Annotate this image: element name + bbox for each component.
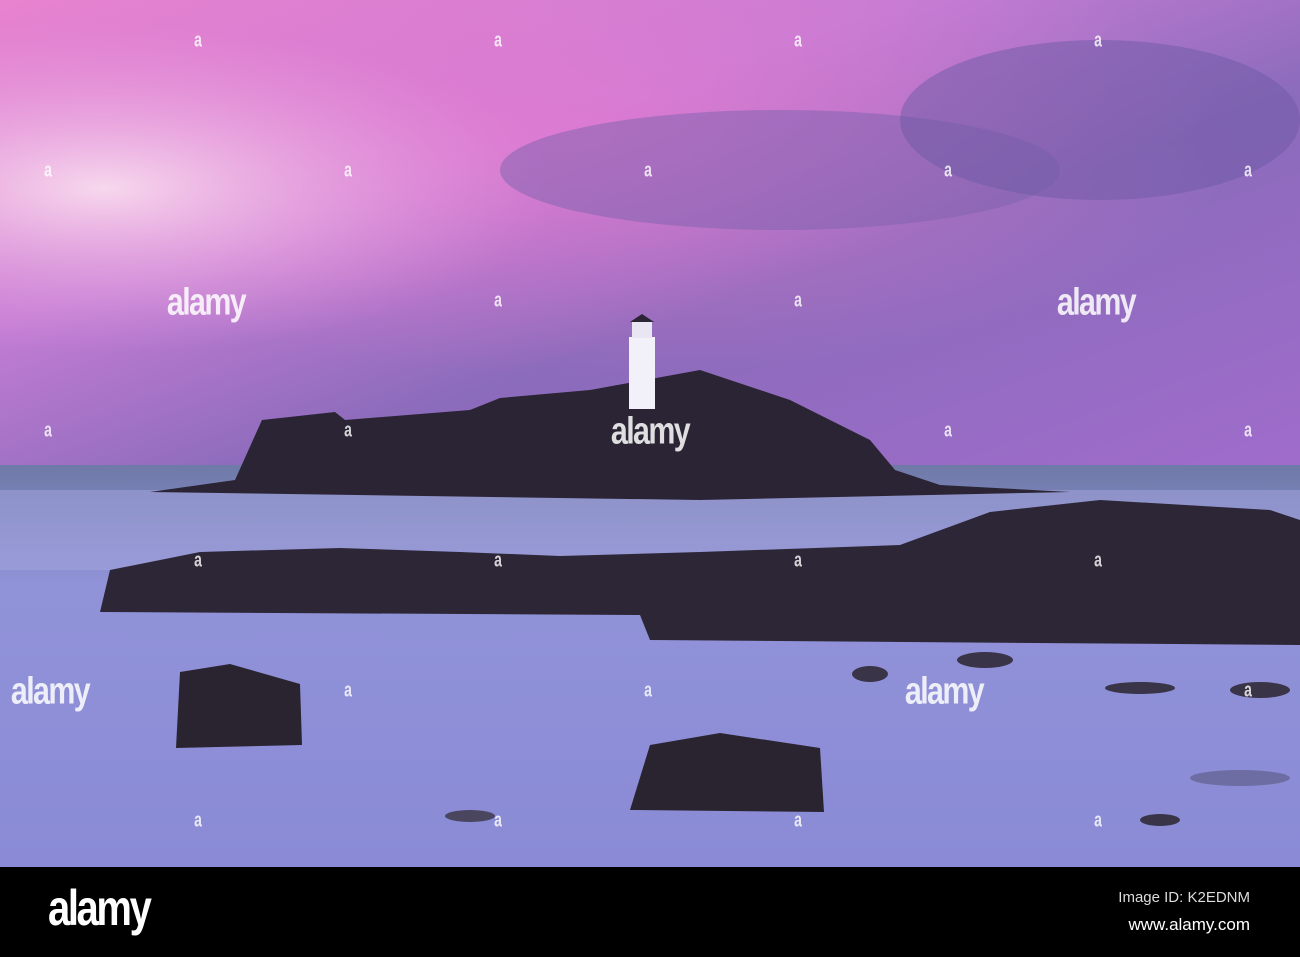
watermark-small: a: [794, 549, 802, 572]
watermark-small: a: [644, 679, 652, 702]
watermark-small: a: [644, 159, 652, 182]
watermark: alamy: [1056, 281, 1137, 324]
watermark-small: a: [794, 289, 802, 312]
watermark-small: a: [194, 549, 202, 572]
watermark: alamy: [610, 410, 691, 453]
watermark-small: a: [44, 419, 52, 442]
watermark-small: a: [1244, 419, 1252, 442]
watermark-small: a: [944, 159, 952, 182]
watermark-small: a: [344, 419, 352, 442]
watermark: alamy: [166, 281, 247, 324]
watermark-small: a: [1094, 809, 1102, 832]
watermark-small: a: [794, 29, 802, 52]
watermark-small: a: [494, 29, 502, 52]
footer-bar: alamy Image ID: K2EDNM www.alamy.com: [0, 867, 1300, 957]
watermark-small: a: [1094, 549, 1102, 572]
stock-photo-page: alamy alamy alamy alamy alamy a a a a a …: [0, 0, 1300, 957]
watermark-small: a: [194, 29, 202, 52]
watermark: alamy: [10, 670, 91, 713]
watermark-small: a: [794, 809, 802, 832]
rock-center: [630, 733, 824, 812]
image-id: Image ID: K2EDNM: [1118, 889, 1250, 906]
watermark-small: a: [944, 419, 952, 442]
site-url[interactable]: www.alamy.com: [1128, 915, 1250, 935]
lighthouse: [629, 337, 655, 409]
watermark-small: a: [1244, 679, 1252, 702]
watermark: alamy: [904, 670, 985, 713]
alamy-logo: alamy: [48, 880, 152, 936]
watermark-small: a: [44, 159, 52, 182]
watermark-small: a: [1244, 159, 1252, 182]
watermark-small: a: [494, 549, 502, 572]
watermark-small: a: [194, 809, 202, 832]
watermark-small: a: [1094, 29, 1102, 52]
watermark-small: a: [494, 809, 502, 832]
watermark-small: a: [344, 679, 352, 702]
watermark-small: a: [344, 159, 352, 182]
watermark-small: a: [494, 289, 502, 312]
